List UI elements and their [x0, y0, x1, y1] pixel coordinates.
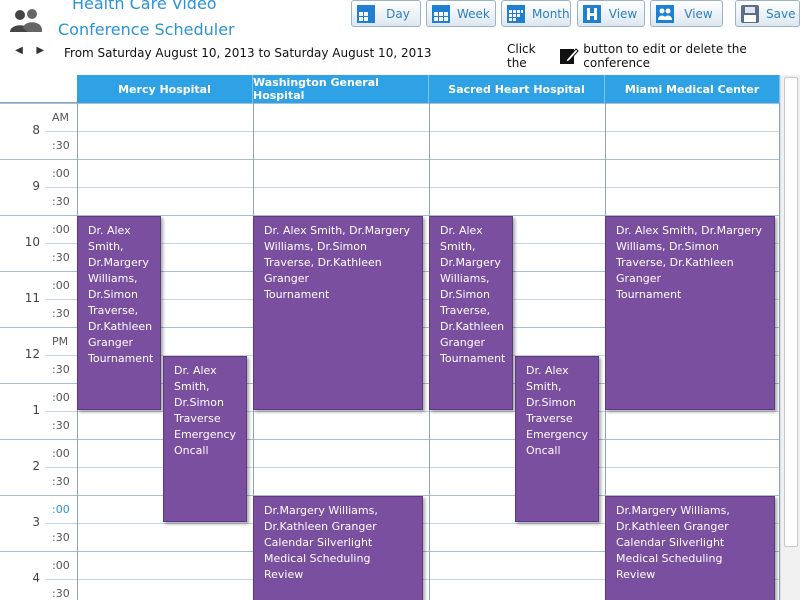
event-title: Calendar Silverlight Medical Scheduling …: [616, 536, 725, 581]
hour-label: 11: [24, 291, 40, 305]
slot-half-label: :30: [52, 531, 70, 544]
conference-event[interactable]: Dr. Alex Smith, Dr.Margery Williams, Dr.…: [77, 216, 161, 410]
save-button-label: Save: [766, 6, 796, 21]
grid-row-line: [0, 159, 780, 160]
week-grid-icon: [431, 4, 451, 24]
hour-label: 10: [24, 235, 40, 249]
event-title: Tournament: [264, 288, 330, 301]
day-button-label: Day: [386, 6, 410, 21]
conference-event[interactable]: Dr. Alex Smith, Dr.Margery Williams, Dr.…: [429, 216, 513, 410]
week-button-label: Week: [457, 6, 490, 21]
next-arrow-icon[interactable]: ▶: [31, 45, 49, 56]
month-view-button[interactable]: Month: [501, 0, 571, 27]
event-participants: Dr. Alex Smith, Dr.Simon Traverse: [174, 364, 224, 425]
slot-half-label: :30: [52, 139, 70, 152]
scrollbar-thumb[interactable]: [784, 77, 798, 547]
grid-row-line: [45, 411, 800, 412]
slot-half-label: :30: [52, 587, 70, 600]
event-participants: Dr.Margery Williams, Dr.Kathleen Granger: [616, 504, 730, 533]
slot-top-label: :00: [52, 279, 70, 292]
event-participants: Dr. Alex Smith, Dr.Margery Williams, Dr.…: [440, 224, 505, 349]
conference-event[interactable]: Dr.Margery Williams, Dr.Kathleen Granger…: [253, 496, 423, 600]
slot-half-label: :30: [52, 419, 70, 432]
hospital-icon: [582, 4, 602, 24]
slot-half-label: :30: [52, 251, 70, 264]
people-view-button[interactable]: View: [650, 0, 723, 27]
conference-event[interactable]: Dr. Alex Smith, Dr.Simon Traverse Emergen…: [163, 356, 247, 522]
month-grid-icon: [506, 4, 526, 24]
hour-label: 3: [32, 515, 40, 529]
grid-row-line: [0, 103, 780, 104]
grid-row-line: [45, 467, 800, 468]
vertical-scrollbar[interactable]: [780, 75, 800, 600]
slot-top-label: :00: [52, 559, 70, 572]
event-title: Emergency Oncall: [526, 428, 589, 457]
event-title: Tournament: [440, 352, 506, 365]
grid-row-line: [45, 131, 800, 132]
slot-half-label: :30: [52, 363, 70, 376]
hour-label: 8: [32, 123, 40, 137]
slot-half-label: :30: [52, 195, 70, 208]
event-title: Calendar Silverlight Medical Scheduling …: [264, 536, 373, 581]
column-header-mercy-hospital: Mercy Hospital: [77, 75, 253, 103]
event-participants: Dr. Alex Smith, Dr.Margery Williams, Dr.…: [616, 224, 762, 285]
column-header-miami-medical-center: Miami Medical Center: [605, 75, 780, 103]
column-header-washington-general-hospital: Washington General Hospital: [253, 75, 429, 103]
save-icon: [740, 4, 760, 24]
app-title-line1: Health Care Video: [72, 0, 217, 13]
event-participants: Dr. Alex Smith, Dr.Simon Traverse: [526, 364, 576, 425]
header-corner: [0, 75, 77, 103]
week-view-button[interactable]: Week: [426, 0, 496, 27]
date-navigation: ◀ ▶: [10, 45, 49, 56]
hour-label: 12: [24, 347, 40, 361]
app-title-line2: Conference Scheduler: [58, 20, 235, 39]
users-icon: [8, 6, 44, 36]
conference-event[interactable]: Dr. Alex Smith, Dr.Margery Williams, Dr.…: [253, 216, 423, 410]
date-range-text: From Saturday August 10, 2013 to Saturda…: [64, 46, 432, 60]
slot-top-label: :00: [52, 447, 70, 460]
event-participants: Dr. Alex Smith, Dr.Margery Williams, Dr.…: [88, 224, 153, 349]
hint-text-after: button to edit or delete the conference: [583, 42, 747, 70]
previous-arrow-icon[interactable]: ◀: [10, 45, 28, 56]
column-header-sacred-heart-hospital: Sacred Heart Hospital: [429, 75, 605, 103]
event-participants: Dr. Alex Smith, Dr.Margery Williams, Dr.…: [264, 224, 410, 285]
hospital-view-button[interactable]: View: [577, 0, 645, 27]
event-title: Tournament: [88, 352, 154, 365]
slot-top-label: AM: [52, 111, 70, 124]
hour-label: 9: [32, 179, 40, 193]
hospital-view-label: View: [608, 6, 638, 21]
conference-event[interactable]: Dr. Alex Smith, Dr.Margery Williams, Dr.…: [605, 216, 775, 410]
grid-row-line: [0, 439, 780, 440]
slot-top-label: :00: [52, 503, 70, 516]
hour-label: 1: [32, 403, 40, 417]
conference-event[interactable]: Dr. Alex Smith, Dr.Simon Traverse Emergen…: [515, 356, 599, 522]
conference-event[interactable]: Dr.Margery Williams, Dr.Kathleen Granger…: [605, 496, 775, 600]
people-view-label: View: [684, 6, 713, 21]
save-button[interactable]: Save: [735, 0, 800, 27]
hint-text-before: Click the: [507, 42, 536, 70]
pencil-icon: [559, 46, 579, 66]
slot-top-label: PM: [52, 335, 69, 348]
slot-top-label: :00: [52, 391, 70, 404]
slot-half-label: :30: [52, 307, 70, 320]
slot-top-label: :00: [52, 223, 70, 236]
hour-label: 2: [32, 459, 40, 473]
day-view-button[interactable]: Day: [351, 0, 421, 27]
month-button-label: Month: [532, 6, 570, 21]
slot-top-label: :00: [52, 167, 70, 180]
slot-half-label: :30: [52, 475, 70, 488]
people-icon: [655, 4, 675, 24]
edit-hint: Click the button to edit or delete the c…: [507, 42, 800, 70]
event-participants: Dr.Margery Williams, Dr.Kathleen Granger: [264, 504, 378, 533]
event-title: Emergency Oncall: [174, 428, 237, 457]
event-title: Tournament: [616, 288, 682, 301]
scheduler-grid: Mercy Hospital Washington General Hospit…: [0, 75, 800, 600]
day-grid-icon: [356, 4, 376, 24]
hour-label: 4: [32, 571, 40, 585]
grid-row-line: [45, 187, 800, 188]
